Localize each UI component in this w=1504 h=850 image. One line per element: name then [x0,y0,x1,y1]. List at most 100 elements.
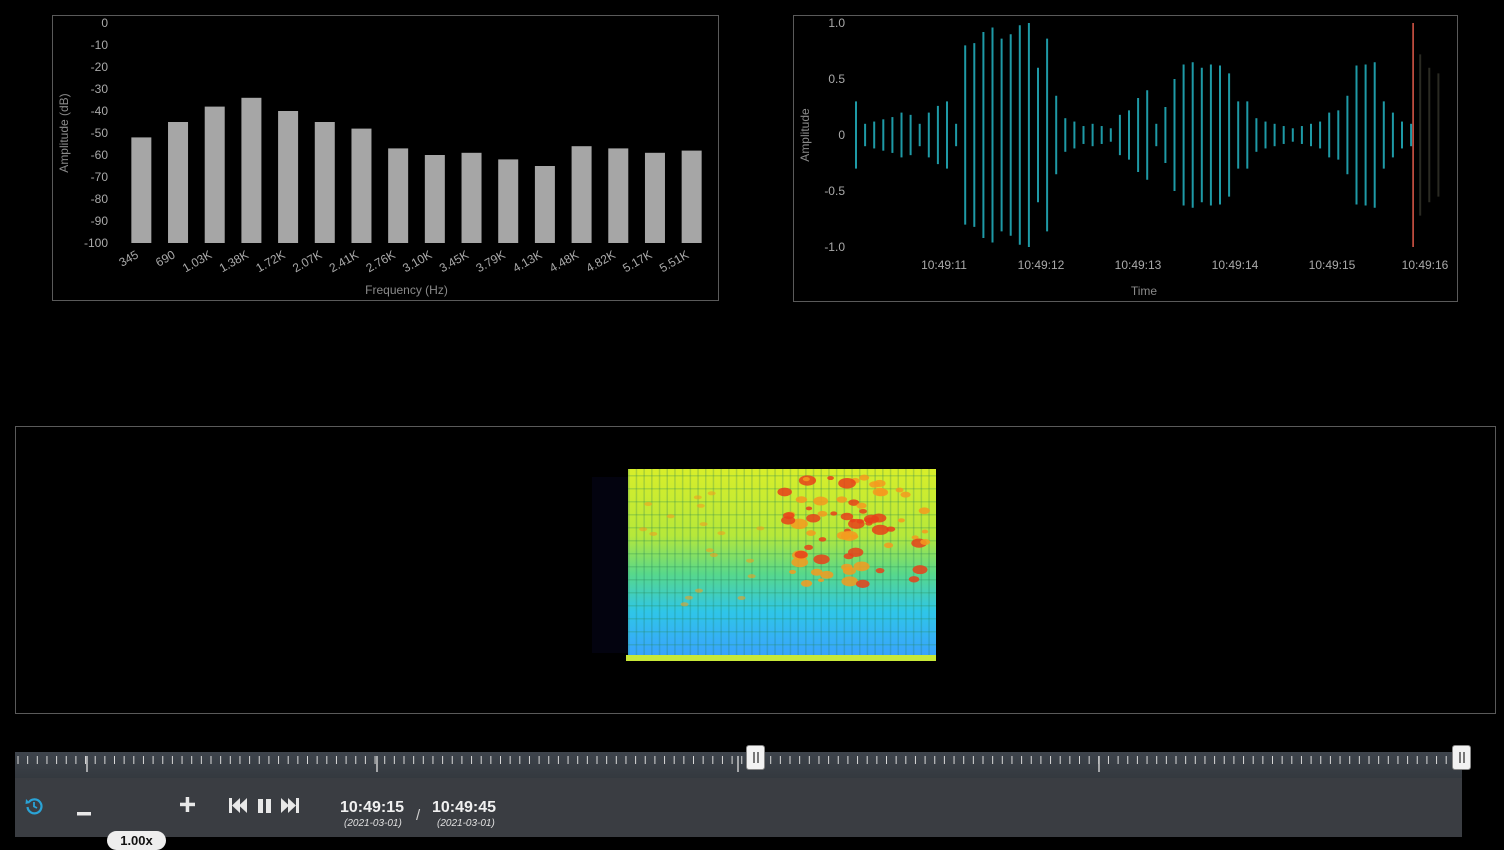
spectrogram-stripe [874,469,876,659]
spectrogram-stripe [766,469,769,659]
spectrogram-peak [747,574,756,579]
waveform-chart: 1.0 0.5 0 -0.5 -1.0 Amplitude 10:49:11 10:49:12… [798,16,1449,298]
spectrogram-stripe [666,469,668,659]
spectrogram-stripe [751,469,753,659]
waveform-chart-panel: 1.0 0.5 0 -0.5 -1.0 Amplitude 10:49:11 10:49:12… [793,15,1458,302]
spectrogram-stripe [712,469,715,659]
spectrogram-stripe [628,605,936,607]
spectrogram-stripe [674,469,676,659]
spectrogram-peak [836,496,848,503]
spectrogram-peak [859,474,870,481]
spectrogram-peak [912,565,928,575]
spectrogram-peak [813,496,829,506]
spectrogram-stripe [628,644,936,646]
rotate-ccw-icon[interactable] [24,796,44,821]
spectrogram-peak [709,553,718,558]
spectrogram-stripe [882,469,884,659]
spectrogram-stripe [774,469,776,659]
spectrogram-stripe [928,469,930,659]
spectrogram-peak [921,529,929,534]
spectrogram-peak [840,512,854,521]
spectrogram-peak [918,507,930,515]
spectrum-bar [534,166,555,243]
spectrogram-stripe [851,469,853,659]
y-tick-label: 0 [101,16,108,30]
spectrogram-stripe [728,469,730,659]
x-axis-title: Time [1131,284,1158,298]
x-tick-label: 1.38K [217,247,251,275]
spectrogram-stripe [628,501,936,503]
spectrogram-peak [895,487,904,493]
spectrogram-peak [800,580,813,587]
current-position-handle[interactable] [746,745,765,770]
x-tick-label: 2.76K [363,247,397,275]
spectrum-bar [351,128,372,243]
spectrogram-stripe [651,469,653,659]
x-tick-label: 1.72K [253,247,287,275]
pause-icon[interactable] [258,799,272,818]
x-tick-label: 1.03K [180,247,214,275]
x-tick-label: 10:49:16 [1402,258,1449,272]
minus-icon[interactable] [77,804,91,822]
spectrogram-stripe [628,631,936,633]
spectrogram-peak [841,530,858,541]
spectrum-bar [644,152,665,243]
spectrogram-stripe [720,469,722,659]
spectrogram-3d-view[interactable] [16,427,1495,713]
spectrogram-stripe [828,469,830,659]
spectrogram-peak [856,502,867,509]
spectrogram-stripe [628,592,936,594]
spectrogram-stripe [689,469,692,659]
spectrogram-peak [756,526,765,531]
timeline-track[interactable]: 10:48:4810:49:0010:49:1510:49:30 [15,752,1462,793]
x-axis-title: Frequency (Hz) [365,283,448,297]
spectrogram-peak [883,542,894,549]
player-controls-bar: 1.00x 10:49:15 (2021-03-01) / 10:49:45 (… [15,778,1462,850]
spectrogram-peak [908,576,920,583]
y-tick-label: -10 [91,38,109,52]
spectrogram-stripe [758,469,761,659]
skip-back-icon[interactable] [229,798,248,818]
spectrogram-peak [705,548,714,553]
spectrogram-peak [847,547,864,557]
spectrogram-stripe [897,469,899,659]
spectrogram-peak [820,570,834,579]
spectrogram-peak [644,501,653,506]
spectrogram-peak [782,512,795,520]
x-tick-label: 345 [116,247,141,269]
plus-icon[interactable] [180,797,195,817]
spectrum-chart: 0 -10 -20 -30 -40 -50 -60 -70 -80 -90 -100 Amplitud… [57,16,702,297]
spectrogram-stripe [735,469,738,659]
spectrogram-peak [875,568,885,574]
y-axis-title: Amplitude (dB) [57,93,71,172]
skip-forward-icon[interactable] [281,798,300,818]
spectrogram-stripe [835,469,838,659]
spectrogram-peak [855,579,870,588]
x-tick-label: 5.51K [657,247,691,275]
spectrogram-stripe [812,469,815,659]
spectrogram-stripe [743,469,745,659]
x-tick-label: 3.45K [437,247,471,275]
spectrogram-stripe [628,566,936,568]
spectrogram-peak [900,491,911,498]
spectrogram-stripe [628,579,936,581]
y-tick-label: -80 [91,192,109,206]
spectrogram-peak [699,522,708,527]
end-range-handle[interactable] [1452,745,1471,770]
x-tick-label: 10:49:14 [1212,258,1259,272]
y-tick-label: -40 [91,104,109,118]
y-tick-label: -60 [91,148,109,162]
spectrum-bar [278,111,299,243]
spectrogram-peak [886,526,896,532]
x-tick-label: 10:49:11 [921,258,967,272]
spectrum-bar [204,106,225,243]
spectrum-bar [131,137,152,243]
spectrogram-peak [680,602,689,607]
spectrogram-peak [666,514,675,519]
playback-speed[interactable]: 1.00x [107,831,166,850]
spectrogram-stripe [628,540,936,542]
spectrogram-peak [848,518,865,529]
spectrogram-peak [827,476,834,481]
x-tick-label: 5.17K [620,247,654,275]
spectrum-bar [608,148,629,243]
